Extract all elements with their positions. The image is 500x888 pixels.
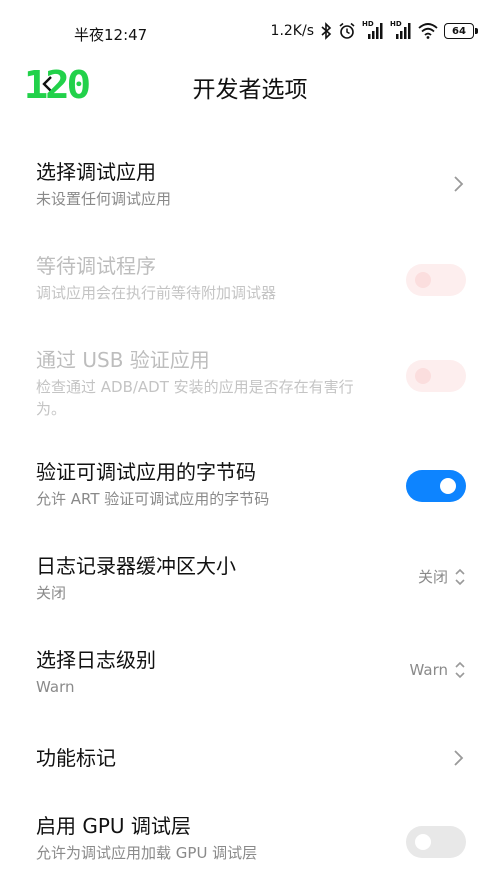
log-level-select[interactable]: Warn xyxy=(410,660,466,680)
bluetooth-icon xyxy=(320,22,332,40)
select-value: Warn xyxy=(409,661,448,679)
setting-verify-apps-usb: 通过 USB 验证应用 检查通过 ADB/ADT 安装的应用是否存在有害行为。 xyxy=(0,328,500,440)
status-bar: 半夜12:47 1.2K/s HD HD 64 xyxy=(0,0,500,60)
setting-verify-bytecode[interactable]: 验证可调试应用的字节码 允许 ART 验证可调试应用的字节码 xyxy=(0,440,500,534)
setting-title: 等待调试程序 xyxy=(36,254,156,278)
updown-chevron-icon xyxy=(455,661,465,679)
network-speed: 1.2K/s xyxy=(270,23,314,39)
select-value: 关闭 xyxy=(417,568,448,586)
setting-title: 选择日志级别 xyxy=(36,648,156,672)
setting-summary: 允许 ART 验证可调试应用的字节码 xyxy=(36,490,270,508)
gpu-debug-toggle[interactable] xyxy=(406,826,466,858)
setting-title: 启用 GPU 调试层 xyxy=(36,814,191,838)
wait-debugger-toggle xyxy=(406,264,466,296)
setting-summary: 允许为调试应用加载 GPU 调试层 xyxy=(36,844,258,862)
settings-list: 选择调试应用 未设置任何调试应用 等待调试程序 调试应用会在执行前等待附加调试器… xyxy=(0,140,500,888)
wifi-icon xyxy=(418,23,438,39)
battery-level: 64 xyxy=(452,25,466,37)
setting-log-level[interactable]: 选择日志级别 Warn Warn xyxy=(0,628,500,724)
setting-summary: 未设置任何调试应用 xyxy=(36,190,172,208)
alarm-icon xyxy=(338,22,356,40)
setting-summary: Warn xyxy=(36,678,75,696)
chevron-right-icon xyxy=(452,748,466,768)
setting-wait-for-debugger: 等待调试程序 调试应用会在执行前等待附加调试器 xyxy=(0,234,500,328)
updown-chevron-icon xyxy=(455,568,465,585)
setting-summary: 检查通过 ADB/ADT 安装的应用是否存在有害行为。 xyxy=(36,378,354,418)
setting-summary: 关闭 xyxy=(36,584,67,602)
setting-title: 验证可调试应用的字节码 xyxy=(36,460,256,484)
setting-summary: 调试应用会在执行前等待附加调试器 xyxy=(36,284,277,302)
status-time: 半夜12:47 xyxy=(74,26,148,44)
setting-select-debug-app[interactable]: 选择调试应用 未设置任何调试应用 xyxy=(0,140,500,234)
setting-title: 功能标记 xyxy=(36,746,116,770)
title-bar: 120 开发者选项 xyxy=(0,60,500,116)
signal-hd-label: HD xyxy=(390,20,402,28)
page-title: 开发者选项 xyxy=(192,77,308,103)
setting-feature-flags[interactable]: 功能标记 xyxy=(0,724,500,794)
battery-icon: 64 xyxy=(444,23,478,39)
chevron-right-icon xyxy=(452,174,466,194)
setting-title: 日志记录器缓冲区大小 xyxy=(36,554,236,578)
setting-title: 选择调试应用 xyxy=(36,160,156,184)
setting-enable-gpu-debug-layers[interactable]: 启用 GPU 调试层 允许为调试应用加载 GPU 调试层 xyxy=(0,794,500,888)
logger-buffer-select[interactable]: 关闭 xyxy=(418,566,466,587)
status-icons: 1.2K/s HD HD 64 xyxy=(270,20,478,40)
verify-bytecode-toggle[interactable] xyxy=(406,470,466,502)
signal-hd-label: HD xyxy=(362,20,374,28)
setting-logger-buffer-size[interactable]: 日志记录器缓冲区大小 关闭 关闭 xyxy=(0,534,500,628)
signal-hd-icon-2: HD xyxy=(390,20,412,40)
signal-hd-icon-1: HD xyxy=(362,20,384,40)
verify-usb-toggle xyxy=(406,360,466,392)
setting-title: 通过 USB 验证应用 xyxy=(36,348,210,372)
